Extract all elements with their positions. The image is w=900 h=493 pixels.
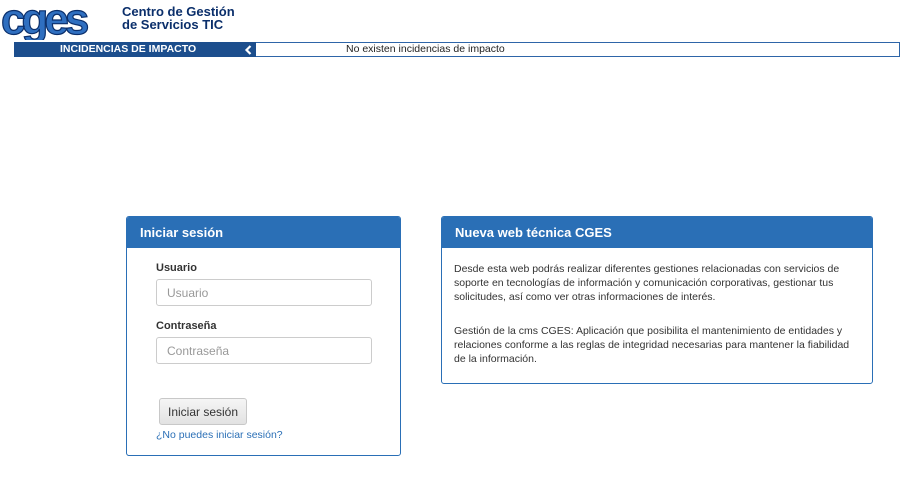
incidents-message: No existen incidencias de impacto xyxy=(346,43,505,55)
news-title: Nueva web técnica CGES xyxy=(442,217,872,248)
incidents-ticker: No existen incidencias de impacto xyxy=(256,42,900,57)
login-button[interactable]: Iniciar sesión xyxy=(159,398,247,425)
news-paragraph-1: Desde esta web podrás realizar diferente… xyxy=(454,263,840,303)
login-title: Iniciar sesión xyxy=(127,217,400,248)
user-label: Usuario xyxy=(156,262,197,274)
logo-text: cges xyxy=(1,0,88,40)
forgot-login-link[interactable]: ¿No puedes iniciar sesión? xyxy=(156,429,283,441)
cges-logo[interactable]: cges xyxy=(0,0,118,40)
logo-subtitle: Centro de Gestión de Servicios TIC xyxy=(122,5,235,31)
header: cges Centro de Gestión de Servicios TIC xyxy=(0,0,900,44)
incidents-header: INCIDENCIAS DE IMPACTO xyxy=(14,42,256,57)
incidents-bar: INCIDENCIAS DE IMPACTO No existen incide… xyxy=(0,42,900,57)
news-panel: Nueva web técnica CGES Desde esta web po… xyxy=(441,216,873,384)
news-paragraph-2: Gestión de la cms CGES: Aplicación que p… xyxy=(454,325,850,365)
user-input[interactable] xyxy=(156,279,372,306)
password-label: Contraseña xyxy=(156,320,217,332)
login-panel: Iniciar sesión Usuario Contraseña Inicia… xyxy=(126,216,401,456)
logo-subtitle-line2: de Servicios TIC xyxy=(122,17,224,32)
incidents-label: INCIDENCIAS DE IMPACTO xyxy=(60,43,197,55)
news-body: Desde esta web podrás realizar diferente… xyxy=(442,248,872,366)
password-input[interactable] xyxy=(156,337,372,364)
chevron-left-icon[interactable] xyxy=(244,45,254,55)
